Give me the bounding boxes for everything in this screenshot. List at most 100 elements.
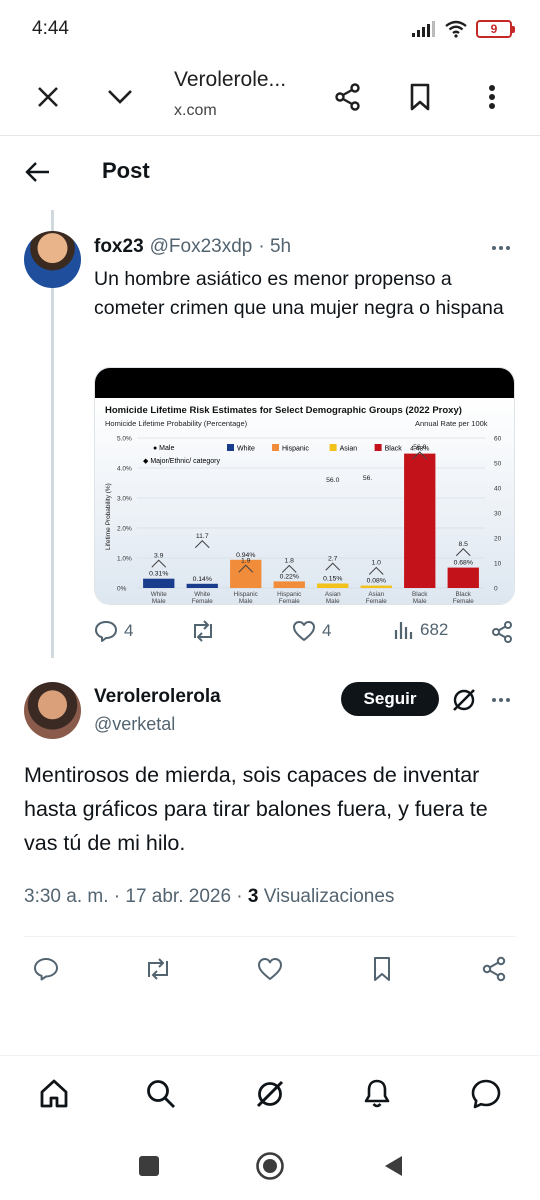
rate-label: 11.7 xyxy=(196,533,209,540)
bookmark-icon[interactable] xyxy=(367,954,397,984)
bar xyxy=(360,585,392,588)
x-tick-label: Male xyxy=(239,598,253,605)
x-tick-label: White xyxy=(194,591,211,598)
views-count: 3 xyxy=(247,886,259,907)
status-icons: 9 xyxy=(412,20,515,38)
page-title: Verolerole... xyxy=(174,68,287,91)
follow-button[interactable]: Seguir xyxy=(341,682,439,716)
legend-swatch xyxy=(374,444,382,451)
share-icon[interactable] xyxy=(326,75,370,119)
legend-swatch xyxy=(227,444,234,451)
notifications-icon[interactable] xyxy=(357,1074,397,1114)
tweet-time: · 5h xyxy=(258,236,292,257)
home-icon[interactable] xyxy=(34,1074,74,1114)
grok-icon[interactable] xyxy=(250,1074,290,1114)
recents-icon[interactable] xyxy=(134,1151,164,1181)
annotation-label: 56. xyxy=(363,475,373,482)
y2-tick-label: 0 xyxy=(494,586,498,593)
bar-value-label: 0.22% xyxy=(280,573,299,580)
rate-label: 1.8 xyxy=(285,558,295,565)
messages-icon[interactable] xyxy=(466,1074,506,1114)
more-vertical-icon[interactable] xyxy=(470,75,514,119)
y2-tick-label: 20 xyxy=(494,536,502,543)
chart-title: Homicide Lifetime Risk Estimates for Sel… xyxy=(105,405,462,416)
reply-icon[interactable] xyxy=(31,954,61,984)
avatar[interactable] xyxy=(24,682,81,739)
home-circle-icon[interactable] xyxy=(255,1151,285,1181)
reply-count: 4 xyxy=(124,621,134,640)
retweet-icon[interactable] xyxy=(143,954,173,984)
rate-label: 3.9 xyxy=(154,552,164,559)
legend-swatch xyxy=(272,444,279,451)
y2-tick-label: 10 xyxy=(494,561,502,568)
y2-tick-label: 30 xyxy=(494,511,502,518)
retweet-button[interactable] xyxy=(190,620,222,642)
legend-label: Hispanic xyxy=(282,446,309,453)
chart-y-label: Lifetime Probability (%) xyxy=(105,483,112,550)
more-horizontal-icon[interactable] xyxy=(486,238,516,258)
heart-icon xyxy=(293,621,315,641)
tweet-text: Un hombre asiático es menor propenso a c… xyxy=(94,268,504,319)
chevron-down-icon[interactable] xyxy=(98,75,142,119)
legend-male: ● Male xyxy=(153,445,174,452)
bar xyxy=(186,583,218,588)
share-button[interactable] xyxy=(490,620,514,644)
author-handle[interactable]: @verketal xyxy=(94,714,175,735)
views-label: Visualizaciones xyxy=(263,886,395,907)
like-count: 4 xyxy=(322,621,332,640)
post-title: Post xyxy=(102,158,150,183)
author-name[interactable]: Verolerolerola xyxy=(94,686,221,708)
close-icon[interactable] xyxy=(26,75,70,119)
tweet-media[interactable]: Homicide Lifetime Risk Estimates for Sel… xyxy=(94,367,515,605)
x-tick-label: Black xyxy=(412,591,428,598)
more-horizontal-icon[interactable] xyxy=(486,690,516,710)
y2-tick-label: 40 xyxy=(494,486,502,493)
x-tick-label: Hispanic xyxy=(234,591,258,598)
share-icon xyxy=(492,621,512,643)
back-triangle-icon[interactable] xyxy=(378,1151,408,1181)
like-button[interactable]: 4 xyxy=(292,620,331,642)
browser-bar: Verolerole... x.com xyxy=(0,58,540,136)
bottom-nav xyxy=(0,1055,540,1131)
tweet-timestamp: 3:30 a. m. · 17 abr. 2026 · xyxy=(24,886,243,907)
grok-icon[interactable] xyxy=(450,686,478,714)
y2-tick-label: 50 xyxy=(494,461,502,468)
y-tick-label: 1.0% xyxy=(117,556,132,563)
avatar[interactable] xyxy=(24,231,81,288)
search-icon[interactable] xyxy=(141,1074,181,1114)
author-handle[interactable]: @Fox23xdp xyxy=(150,236,253,258)
x-tick-label: Female xyxy=(279,598,300,605)
signal-icon xyxy=(412,21,435,37)
legend-swatch xyxy=(329,444,337,451)
heart-icon[interactable] xyxy=(255,954,285,984)
y-tick-label: 3.0% xyxy=(117,496,132,503)
views-count: 682 xyxy=(420,620,449,639)
rate-label: 2.7 xyxy=(328,555,338,562)
x-tick-label: Female xyxy=(192,598,213,605)
bar xyxy=(143,578,175,588)
y2-tick-label: 60 xyxy=(494,436,502,443)
rate-label: 1.9 xyxy=(241,557,251,564)
x-tick-label: Female xyxy=(453,598,474,605)
status-bar: 4:44 9 xyxy=(0,0,540,58)
bar-value-label: 0.31% xyxy=(149,571,168,578)
page-url: x.com xyxy=(174,102,217,119)
tweet-author[interactable]: fox23 @Fox23xdp · 5h xyxy=(94,236,291,258)
reply-button[interactable]: 4 xyxy=(94,620,133,642)
legend-label: White xyxy=(237,446,255,453)
arrow-left-icon[interactable] xyxy=(20,154,56,190)
bookmark-icon[interactable] xyxy=(398,75,442,119)
y-tick-label: 2.0% xyxy=(117,526,132,533)
x-tick-label: Male xyxy=(413,598,427,605)
bar xyxy=(317,583,349,588)
bar xyxy=(447,567,479,588)
share-icon[interactable] xyxy=(479,954,509,984)
y-tick-label: 0% xyxy=(117,586,127,593)
x-tick-label: Black xyxy=(456,591,472,598)
annotation-label: 56.0 xyxy=(326,477,339,484)
divider xyxy=(24,936,516,937)
chart: Homicide Lifetime Risk Estimates for Sel… xyxy=(95,398,514,605)
views-button[interactable]: 682 xyxy=(394,620,448,640)
tweet-meta: 3:30 a. m. · 17 abr. 2026 · 3 Visualizac… xyxy=(24,886,394,908)
author-name[interactable]: fox23 xyxy=(94,236,144,258)
